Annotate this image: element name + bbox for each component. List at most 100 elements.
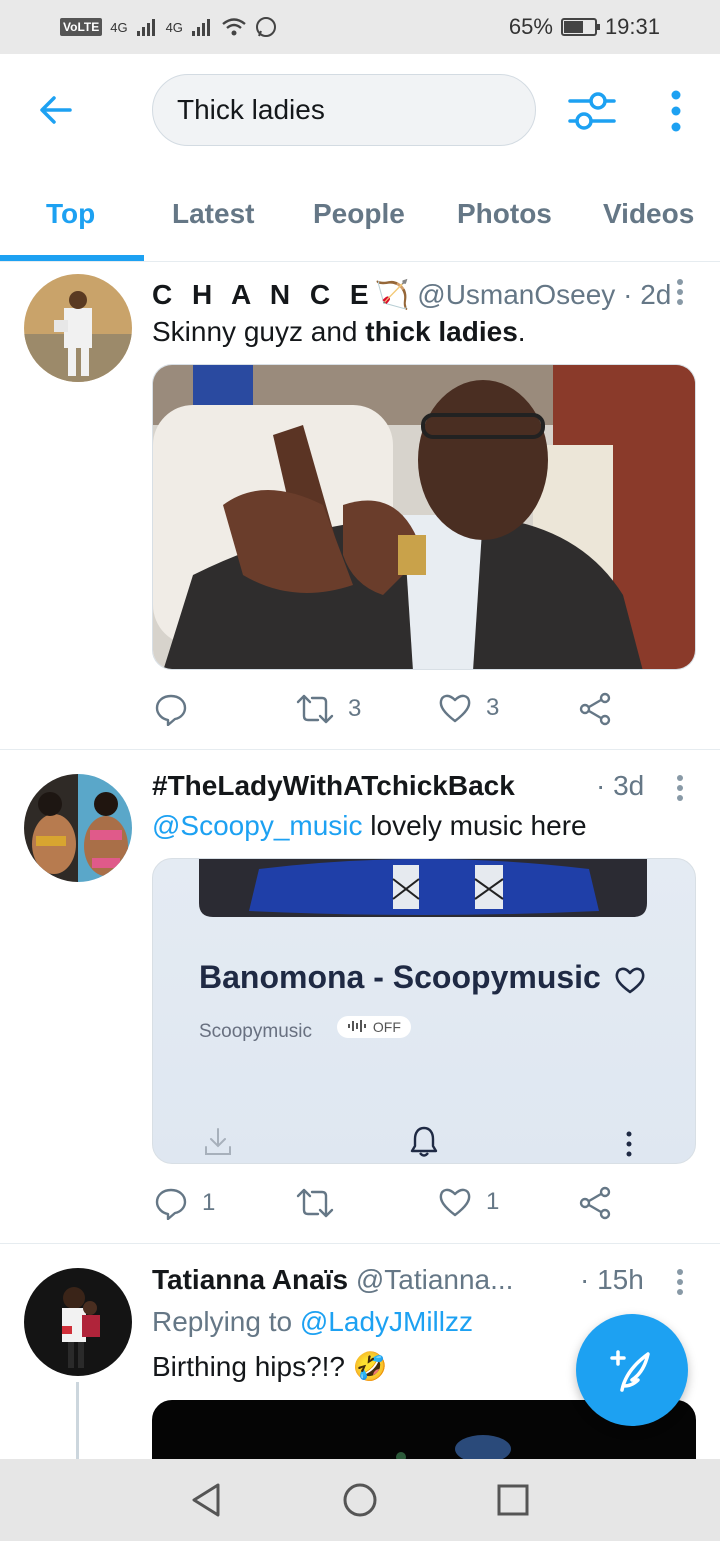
- reply-to-link[interactable]: @LadyJMillzz: [300, 1306, 473, 1337]
- compose-tweet-button[interactable]: [576, 1314, 688, 1426]
- more-vertical-icon: [671, 90, 681, 132]
- tweet[interactable]: C H A N C E🏹 @UsmanOseey · 2d Skinny guy…: [0, 262, 720, 750]
- tab-videos[interactable]: Videos: [603, 198, 694, 230]
- tweet-header: Tatianna Anaïs @Tatianna...: [152, 1264, 513, 1296]
- back-button[interactable]: [36, 90, 76, 130]
- display-name[interactable]: #TheLadyWithATchickBack: [152, 770, 515, 801]
- music-like-heart-icon[interactable]: [613, 965, 647, 995]
- heart-icon: [439, 694, 471, 723]
- nav-back-icon[interactable]: [188, 1481, 224, 1519]
- tweet-text-part: lovely music here: [362, 810, 587, 841]
- tweet-more-icon[interactable]: [672, 1268, 688, 1296]
- battery-percent: 65%: [508, 14, 553, 39]
- display-name[interactable]: C H A N C E: [152, 279, 375, 310]
- audio-off-badge[interactable]: OFF: [337, 1016, 411, 1038]
- tweet[interactable]: #TheLadyWithATchickBack · 3d @Scoopy_mus…: [0, 750, 720, 1244]
- tweet-header: C H A N C E🏹 @UsmanOseey · 2d: [152, 278, 671, 311]
- tweet-actions: 3 3: [152, 692, 672, 732]
- battery-icon: [560, 18, 600, 36]
- soundwave-icon: [348, 1020, 366, 1032]
- user-handle[interactable]: @Tatianna...: [356, 1264, 514, 1295]
- nav-home-icon[interactable]: [342, 1482, 378, 1518]
- avatar-image: [24, 274, 132, 382]
- retweet-button[interactable]: [296, 1186, 348, 1220]
- user-handle[interactable]: @UsmanOseey: [417, 279, 615, 310]
- music-title: Banomona - Scoopymusic: [199, 959, 601, 995]
- tweet-text-bold: thick ladies: [365, 316, 518, 347]
- share-button[interactable]: [578, 692, 612, 726]
- tweet-more-icon[interactable]: [672, 774, 688, 802]
- thread-line: [76, 1382, 79, 1459]
- music-card[interactable]: Banomona - Scoopymusic Scoopymusic OFF: [152, 858, 696, 1164]
- search-filter-button[interactable]: [566, 88, 618, 134]
- tweet-photo-image: [153, 365, 695, 669]
- tweet-time: · 3d: [596, 770, 645, 801]
- reply-icon: [155, 1188, 187, 1220]
- signal-icon: [136, 19, 155, 36]
- avatar-image: [24, 1268, 132, 1376]
- reply-context: Replying to @LadyJMillzz: [152, 1306, 473, 1338]
- music-more-icon[interactable]: [623, 1131, 635, 1159]
- status-bar-left: VoLTE 4G 4G: [60, 16, 277, 38]
- avatar[interactable]: [24, 1268, 132, 1376]
- tweet-photo[interactable]: [152, 364, 696, 670]
- tab-top[interactable]: Top: [46, 198, 95, 230]
- nav-recents-icon[interactable]: [496, 1483, 530, 1517]
- tab-photos[interactable]: Photos: [457, 198, 552, 230]
- display-name[interactable]: Tatianna Anaïs: [152, 1264, 348, 1295]
- like-count: 1: [486, 1188, 500, 1215]
- retweet-count: 3: [348, 695, 362, 722]
- clock: 19:31: [604, 14, 660, 39]
- avatar-image: [24, 774, 132, 882]
- system-nav-bar: [0, 1459, 720, 1541]
- compose-feather-icon: [610, 1350, 650, 1392]
- retweet-button[interactable]: 3: [296, 692, 361, 726]
- tweet-emoji: 🤣: [352, 1351, 388, 1382]
- back-arrow-icon: [40, 96, 72, 124]
- reply-icon: [155, 694, 187, 726]
- wifi-icon: [222, 18, 246, 36]
- tweet-actions: 1 1: [152, 1186, 672, 1226]
- search-input[interactable]: Thick ladies: [152, 74, 536, 146]
- status-bar: VoLTE 4G 4G 65% 19:31: [0, 0, 720, 54]
- share-button[interactable]: [578, 1186, 612, 1220]
- tweet-text: @Scoopy_music lovely music here: [152, 810, 587, 842]
- tab-people[interactable]: People: [313, 198, 405, 230]
- tweet-text-part: Birthing hips?!?: [152, 1351, 353, 1382]
- status-bar-right: 65% 19:31: [509, 14, 660, 40]
- music-artist: Scoopymusic: [199, 1021, 312, 1042]
- filter-sliders-icon: [568, 92, 616, 130]
- signal-icon-2: [191, 19, 210, 36]
- tweet-text-end: .: [517, 316, 526, 347]
- mention-link[interactable]: @Scoopy_music: [152, 810, 363, 841]
- tweet-more-icon[interactable]: [672, 278, 688, 306]
- reply-button[interactable]: [154, 692, 202, 726]
- bell-icon[interactable]: [409, 1125, 439, 1159]
- reply-button[interactable]: 1: [154, 1186, 215, 1220]
- avatar[interactable]: [24, 274, 132, 382]
- overflow-menu-button[interactable]: [664, 88, 688, 134]
- active-tab-indicator: [0, 255, 144, 261]
- tweet-time: · 15h: [580, 1264, 644, 1295]
- music-cover-image: [199, 859, 647, 917]
- like-button[interactable]: 1: [438, 1186, 499, 1218]
- like-button[interactable]: 3: [438, 692, 499, 724]
- download-icon[interactable]: [203, 1127, 233, 1157]
- reply-count: 1: [202, 1189, 216, 1216]
- network-label-1: 4G: [110, 19, 128, 35]
- retweet-icon: [296, 1188, 334, 1218]
- share-icon: [579, 692, 611, 726]
- tab-latest[interactable]: Latest: [172, 198, 254, 230]
- retweet-icon: [296, 694, 334, 724]
- network-label-2: 4G: [165, 19, 183, 35]
- tweet-header: #TheLadyWithATchickBack: [152, 770, 515, 802]
- tweet-text: Birthing hips?!? 🤣: [152, 1350, 388, 1383]
- tweet-text: Skinny guyz and thick ladies.: [152, 316, 526, 348]
- search-query: Thick ladies: [177, 94, 325, 125]
- avatar[interactable]: [24, 774, 132, 882]
- replying-to-label: Replying to: [152, 1306, 300, 1337]
- share-icon: [579, 1186, 611, 1220]
- tweet-text-part: Skinny guyz and: [152, 316, 366, 347]
- battery-fill: [563, 21, 584, 33]
- whatsapp-icon: [255, 17, 276, 37]
